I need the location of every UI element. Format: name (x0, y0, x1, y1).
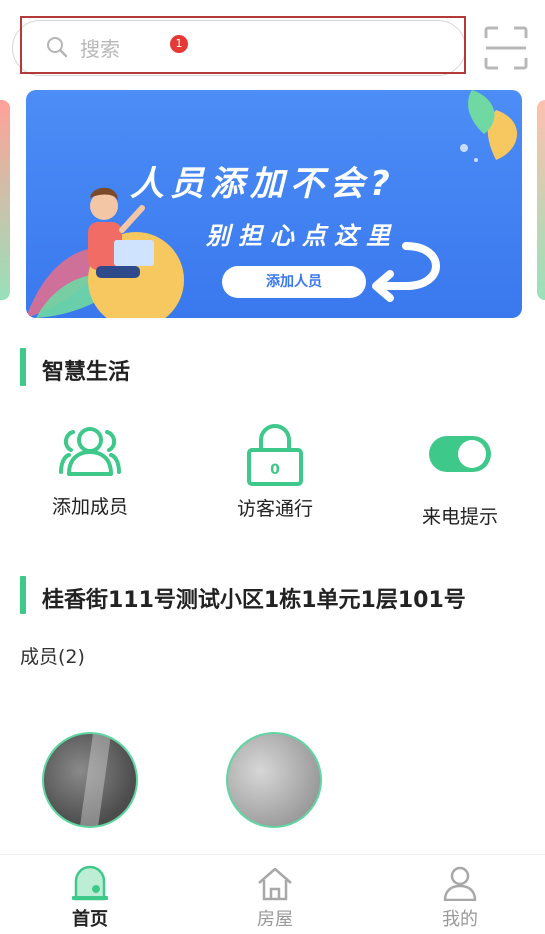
call-alert-label: 来电提示 (421, 506, 498, 528)
add-member-button[interactable]: 添加人员 (222, 266, 366, 298)
members-count-label: 成员(2) (20, 646, 85, 668)
notification-badge: 1 (170, 35, 188, 53)
member-avatar[interactable] (42, 732, 138, 828)
carousel-next-card[interactable] (537, 100, 545, 300)
address-title: 桂香街111号测试小区1栋1单元1层101号 (42, 588, 466, 613)
home-icon (72, 865, 108, 901)
tab-mine[interactable]: 我的 (400, 865, 520, 931)
scan-icon[interactable] (484, 26, 528, 70)
user-icon (443, 866, 477, 901)
visitor-pass-action[interactable]: 0 访客通行 (205, 424, 345, 521)
carousel-prev-card[interactable] (0, 100, 10, 300)
toggle-icon[interactable] (428, 434, 492, 474)
search-icon (47, 37, 68, 58)
add-member-banner[interactable]: 人员添加不会? 别担心点这里 添加人员 (26, 90, 522, 318)
lock-digit: 0 (270, 462, 280, 478)
section-accent-bar (20, 348, 26, 386)
tab-home[interactable]: 首页 (30, 865, 150, 931)
add-member-action[interactable]: 添加成员 (20, 424, 160, 519)
call-alert-action[interactable]: 来电提示 (390, 434, 530, 529)
banner-subtitle: 别担心点这里 (206, 222, 398, 250)
tab-mine-label: 我的 (442, 909, 478, 930)
people-icon (59, 427, 121, 476)
tab-house-label: 房屋 (257, 909, 293, 930)
smart-life-title: 智慧生活 (42, 360, 131, 385)
search-input[interactable]: 搜索 (80, 33, 120, 62)
padlock-icon: 0 (247, 424, 303, 486)
tab-house[interactable]: 房屋 (215, 865, 335, 931)
add-member-label: 添加成员 (51, 496, 128, 518)
house-icon (258, 867, 292, 901)
banner-title: 人员添加不会? (130, 164, 396, 204)
tab-home-label: 首页 (72, 909, 108, 930)
member-avatar[interactable] (226, 732, 322, 828)
visitor-pass-label: 访客通行 (236, 498, 313, 520)
bottom-tab-bar: 首页 房屋 我的 (0, 854, 545, 934)
section-accent-bar (20, 576, 26, 614)
